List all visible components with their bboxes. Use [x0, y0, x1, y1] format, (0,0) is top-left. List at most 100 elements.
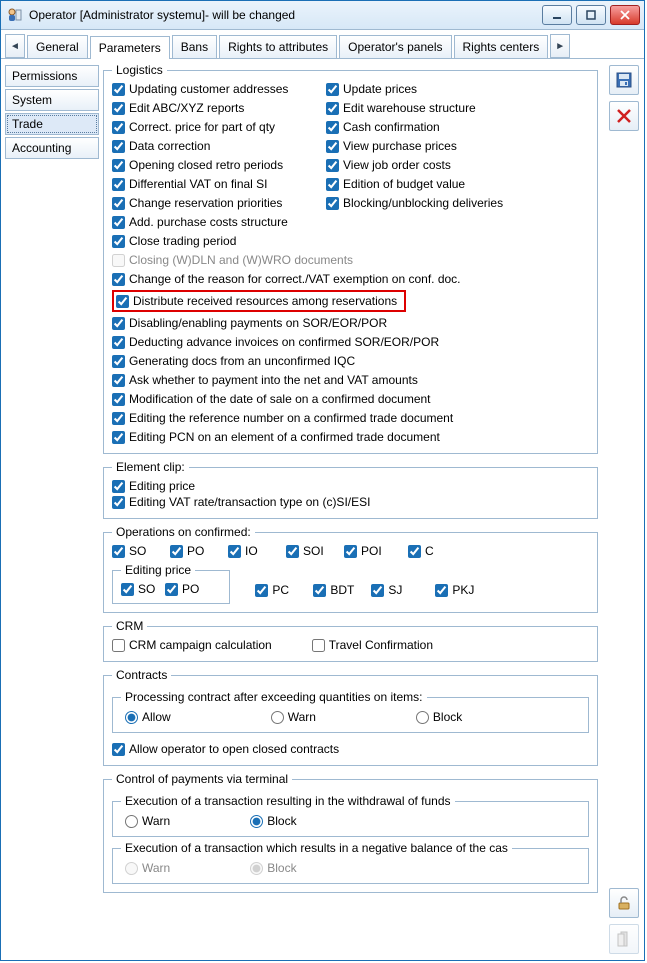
checkbox-label: Opening closed retro periods [129, 158, 283, 172]
terminal-withdrawal-radio-warn[interactable]: Warn [125, 814, 170, 828]
checkbox-label: Update prices [343, 82, 417, 96]
checkbox-change-reservation-priorities[interactable]: Change reservation priorities [112, 195, 322, 211]
checkbox-op-so[interactable]: SO [112, 543, 170, 559]
checkbox-generating-docs-from-an-unconfirmed-iqc[interactable]: Generating docs from an unconfirmed IQC [112, 353, 589, 369]
contracts-radio-warn[interactable]: Warn [271, 710, 316, 724]
checkbox-label: Change of the reason for correct./VAT ex… [129, 272, 461, 286]
checkbox-editing-vat-rate-transaction-type-on-c-s[interactable]: Editing VAT rate/transaction type on (c)… [112, 494, 589, 510]
checkbox-label: Ask whether to payment into the net and … [129, 373, 418, 387]
terminal-negative-balance-legend: Execution of a transaction which results… [121, 841, 512, 855]
checkbox-edition-of-budget-value[interactable]: Edition of budget value [326, 176, 589, 192]
terminal-negative-radio-block: Block [250, 861, 296, 875]
unlock-button[interactable] [609, 888, 639, 918]
checkbox-view-purchase-prices[interactable]: View purchase prices [326, 138, 589, 154]
tab-bans[interactable]: Bans [172, 35, 217, 58]
checkbox-op-soi[interactable]: SOI [286, 543, 344, 559]
maximize-button[interactable] [576, 5, 606, 25]
side-tab-permissions[interactable]: Permissions [5, 65, 99, 87]
terminal-legend: Control of payments via terminal [112, 772, 292, 786]
checkbox-label: SO [129, 544, 146, 558]
logistics-group: Logistics Updating customer addressesUpd… [103, 63, 598, 454]
checkbox-label: View purchase prices [343, 139, 457, 153]
cancel-button[interactable] [609, 101, 639, 131]
checkbox-label: Cash confirmation [343, 120, 440, 134]
checkbox-ep-so[interactable]: SO [121, 581, 165, 597]
checkbox-label: Editing PCN on an element of a confirmed… [129, 430, 440, 444]
checkbox-crm-campaign-calculation[interactable]: CRM campaign calculation [112, 637, 272, 653]
side-tab-system[interactable]: System [5, 89, 99, 111]
checkbox-label: IO [245, 544, 258, 558]
checkbox-label: SO [138, 582, 155, 596]
app-icon [7, 7, 23, 23]
checkbox-label: Editing VAT rate/transaction type on (c)… [129, 495, 370, 509]
checkbox-ep-pc[interactable]: PC [255, 582, 313, 598]
checkbox-label: SJ [388, 583, 402, 597]
checkbox-op-io[interactable]: IO [228, 543, 286, 559]
checkbox-editing-the-reference-number-on-a-confir[interactable]: Editing the reference number on a confir… [112, 410, 589, 426]
radio-label: Warn [142, 814, 170, 828]
checkbox-cash-confirmation[interactable]: Cash confirmation [326, 119, 589, 135]
save-button[interactable] [609, 65, 639, 95]
checkbox-distribute-received-resources-among-rese[interactable]: Distribute received resources among rese… [116, 293, 402, 309]
checkbox-travel-confirmation[interactable]: Travel Confirmation [312, 637, 433, 653]
terminal-withdrawal-radio-block[interactable]: Block [250, 814, 296, 828]
checkbox-differential-vat-on-final-si[interactable]: Differential VAT on final SI [112, 176, 322, 192]
allow-open-closed-contracts[interactable]: Allow operator to open closed contracts [112, 741, 589, 757]
checkbox-change-of-the-reason-for-correct-vat-exe[interactable]: Change of the reason for correct./VAT ex… [112, 271, 589, 287]
checkbox-ep-pkj[interactable]: PKJ [435, 582, 493, 598]
allow-open-closed-contracts-label: Allow operator to open closed contracts [129, 742, 339, 756]
checkbox-op-po[interactable]: PO [170, 543, 228, 559]
checkbox-editing-pcn-on-an-element-of-a-confirmed[interactable]: Editing PCN on an element of a confirmed… [112, 429, 589, 445]
terminal-withdrawal-legend: Execution of a transaction resulting in … [121, 794, 455, 808]
minimize-button[interactable] [542, 5, 572, 25]
checkbox-op-c[interactable]: C [408, 543, 466, 559]
checkbox-label: Add. purchase costs structure [129, 215, 288, 229]
history-button[interactable] [609, 924, 639, 954]
checkbox-op-poi[interactable]: POI [344, 543, 408, 559]
checkbox-edit-warehouse-structure[interactable]: Edit warehouse structure [326, 100, 589, 116]
checkbox-ask-whether-to-payment-into-the-net-and-[interactable]: Ask whether to payment into the net and … [112, 372, 589, 388]
contracts-radio-allow[interactable]: Allow [125, 710, 171, 724]
checkbox-view-job-order-costs[interactable]: View job order costs [326, 157, 589, 173]
highlighted-permission: Distribute received resources among rese… [112, 290, 406, 312]
checkbox-data-correction[interactable]: Data correction [112, 138, 322, 154]
checkbox-ep-po[interactable]: PO [165, 581, 209, 597]
checkbox-close-trading-period[interactable]: Close trading period [112, 233, 589, 249]
checkbox-correct-price-for-part-of-qty[interactable]: Correct. price for part of qty [112, 119, 322, 135]
tab-scroll-left[interactable]: ◄ [5, 34, 25, 58]
checkbox-label: Editing the reference number on a confir… [129, 411, 453, 425]
tab-operator-s-panels[interactable]: Operator's panels [339, 35, 451, 58]
checkbox-disabling-enabling-payments-on-sor-eor-p[interactable]: Disabling/enabling payments on SOR/EOR/P… [112, 315, 589, 331]
tab-general[interactable]: General [27, 35, 88, 58]
checkbox-updating-customer-addresses[interactable]: Updating customer addresses [112, 81, 322, 97]
checkbox-ep-sj[interactable]: SJ [371, 582, 435, 598]
checkbox-label: SOI [303, 544, 324, 558]
radio-label: Block [267, 861, 296, 875]
tab-rights-to-attributes[interactable]: Rights to attributes [219, 35, 337, 58]
tab-rights-centers[interactable]: Rights centers [454, 35, 549, 58]
checkbox-editing-price[interactable]: Editing price [112, 478, 589, 494]
contracts-radio-block[interactable]: Block [416, 710, 462, 724]
checkbox-edit-abc-xyz-reports[interactable]: Edit ABC/XYZ reports [112, 100, 322, 116]
checkbox-label: Change reservation priorities [129, 196, 282, 210]
checkbox-update-prices[interactable]: Update prices [326, 81, 589, 97]
checkbox-label: Deducting advance invoices on confirmed … [129, 335, 439, 349]
checkbox-ep-bdt[interactable]: BDT [313, 582, 371, 598]
checkbox-label: Generating docs from an unconfirmed IQC [129, 354, 355, 368]
checkbox-opening-closed-retro-periods[interactable]: Opening closed retro periods [112, 157, 322, 173]
tab-scroll-right[interactable]: ► [550, 34, 570, 58]
checkbox-label: Disabling/enabling payments on SOR/EOR/P… [129, 316, 387, 330]
side-tab-trade[interactable]: Trade [5, 113, 99, 135]
terminal-negative-balance-subgroup: Execution of a transaction which results… [112, 841, 589, 884]
close-button[interactable] [610, 5, 640, 25]
side-tab-accounting[interactable]: Accounting [5, 137, 99, 159]
checkbox-add-purchase-costs-structure[interactable]: Add. purchase costs structure [112, 214, 589, 230]
right-toolbar [604, 59, 644, 960]
checkbox-blocking-unblocking-deliveries[interactable]: Blocking/unblocking deliveries [326, 195, 589, 211]
checkbox-modification-of-the-date-of-sale-on-a-co[interactable]: Modification of the date of sale on a co… [112, 391, 589, 407]
checkbox-deducting-advance-invoices-on-confirmed-[interactable]: Deducting advance invoices on confirmed … [112, 334, 589, 350]
radio-label: Allow [142, 710, 171, 724]
terminal-group: Control of payments via terminal Executi… [103, 772, 598, 893]
checkbox-label: Blocking/unblocking deliveries [343, 196, 503, 210]
tab-parameters[interactable]: Parameters [90, 36, 170, 59]
